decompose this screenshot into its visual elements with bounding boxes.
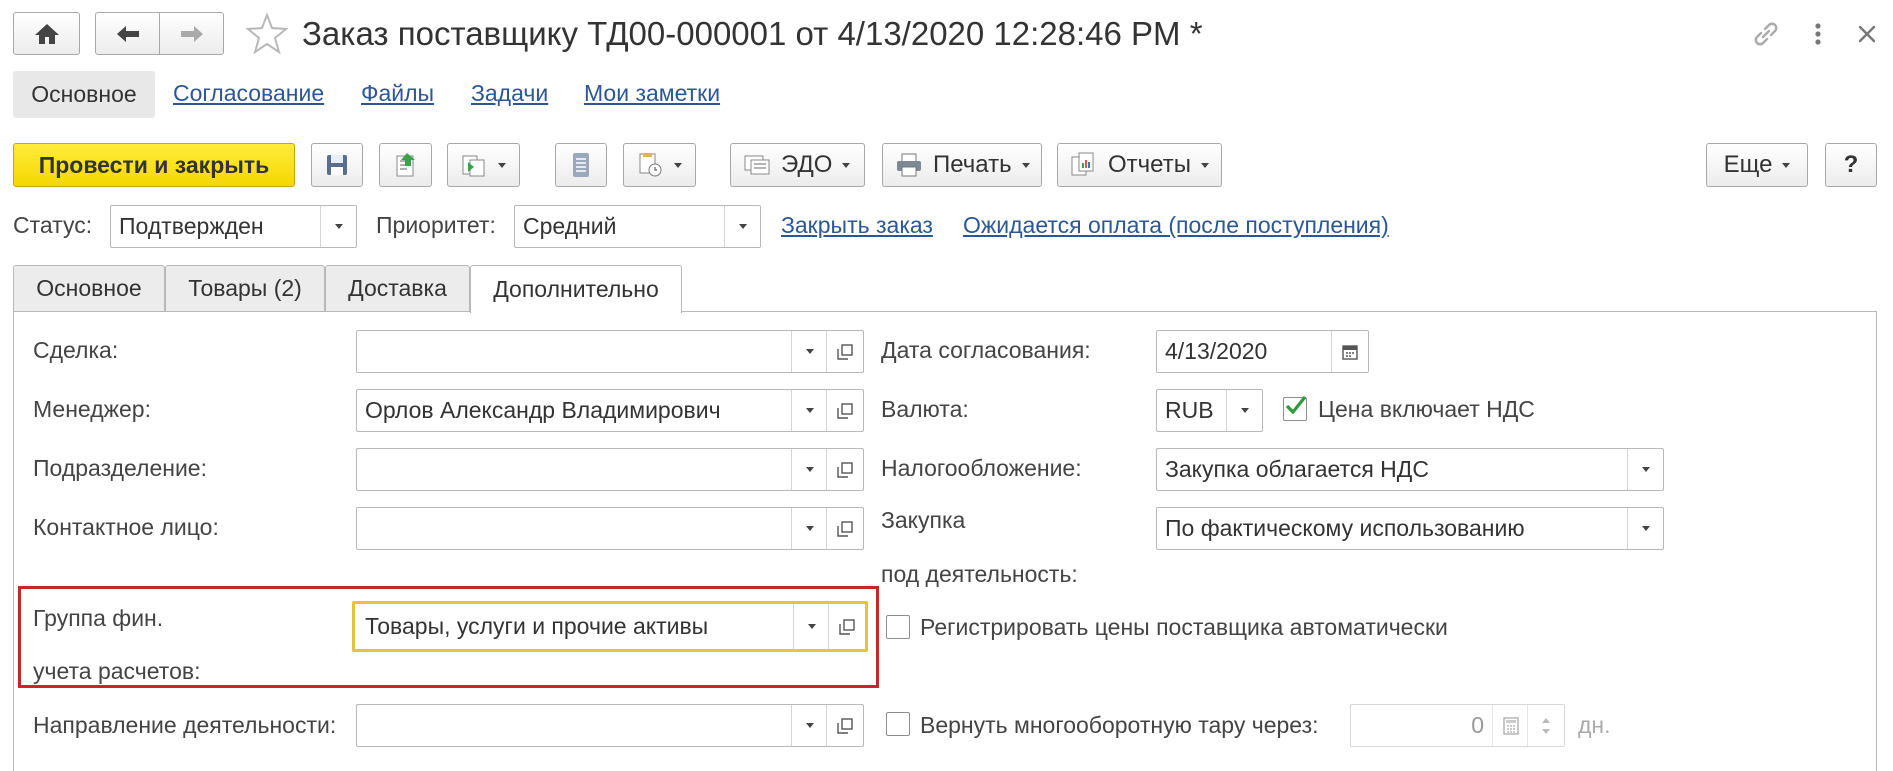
- help-button[interactable]: ?: [1825, 143, 1877, 187]
- direction-field[interactable]: [356, 704, 864, 747]
- arrow-left-icon: [116, 25, 139, 42]
- tab-main[interactable]: Основное: [13, 265, 165, 311]
- nav-tab-files[interactable]: Файлы: [361, 80, 434, 107]
- arrow-right-icon: [180, 25, 203, 42]
- chevron-down-icon[interactable]: [1627, 508, 1663, 549]
- currency-label: Валюта:: [881, 396, 969, 422]
- return-tare-label: Вернуть многооборотную тару через:: [920, 712, 1319, 738]
- favorite-star-icon[interactable]: [245, 12, 289, 56]
- deal-field[interactable]: [356, 330, 864, 373]
- back-button[interactable]: [95, 12, 160, 55]
- division-field[interactable]: [356, 448, 864, 491]
- create-based-on-icon: [462, 155, 485, 177]
- priority-label: Приоритет:: [376, 212, 496, 238]
- nav-tab-notes[interactable]: Мои заметки: [584, 80, 720, 107]
- edo-icon: [744, 155, 770, 175]
- close-order-link[interactable]: Закрыть заказ: [781, 212, 933, 239]
- tab-goods[interactable]: Товары (2): [165, 265, 325, 311]
- approval-date-label: Дата согласования:: [881, 337, 1091, 363]
- open-icon[interactable]: [826, 331, 863, 372]
- forward-button[interactable]: [159, 12, 224, 55]
- taxation-select[interactable]: Закупка облагается НДС: [1156, 448, 1664, 491]
- status-label: Статус:: [13, 212, 93, 238]
- chevron-down-icon[interactable]: [791, 390, 827, 431]
- attachments-button[interactable]: [623, 143, 696, 187]
- fin-group-field[interactable]: Товары, услуги и прочие активы: [352, 601, 868, 652]
- status-select[interactable]: Подтвержден: [110, 205, 357, 248]
- vat-included-label: Цена включает НДС: [1318, 396, 1535, 422]
- manager-field[interactable]: Орлов Александр Владимирович: [356, 389, 864, 432]
- contact-label: Контактное лицо:: [33, 514, 219, 540]
- calculator-icon[interactable]: [1492, 705, 1528, 746]
- fin-group-label-line1: Группа фин.: [33, 605, 164, 631]
- open-icon[interactable]: [828, 604, 865, 649]
- chevron-down-icon[interactable]: [791, 508, 827, 549]
- save-icon: [327, 155, 347, 175]
- approval-date-field[interactable]: 4/13/2020: [1156, 330, 1369, 373]
- return-tare-days-input[interactable]: 0: [1350, 704, 1565, 747]
- deal-label: Сделка:: [33, 337, 119, 363]
- purchase-select[interactable]: По фактическому использованию: [1156, 507, 1664, 550]
- tab-additional[interactable]: Дополнительно: [470, 265, 682, 313]
- link-icon[interactable]: [1750, 18, 1782, 50]
- stepper-icon[interactable]: [1527, 705, 1564, 746]
- chevron-down-icon[interactable]: [791, 449, 827, 490]
- nav-tab-main[interactable]: Основное: [13, 71, 155, 118]
- edo-button[interactable]: ЭДО: [730, 143, 865, 187]
- chevron-down-icon[interactable]: [1627, 449, 1663, 490]
- checkmark-icon: [1285, 396, 1307, 415]
- structure-button[interactable]: [555, 143, 607, 187]
- purchase-label-line2: под деятельность:: [881, 561, 1078, 587]
- chevron-down-icon[interactable]: [791, 705, 827, 746]
- page-title: Заказ поставщику ТД00-000001 от 4/13/202…: [302, 15, 1203, 52]
- create-based-on-button[interactable]: [447, 143, 520, 187]
- purchase-label-line1: Закупка: [881, 507, 966, 533]
- register-prices-label: Регистрировать цены поставщика автоматич…: [920, 614, 1448, 640]
- return-tare-checkbox[interactable]: [886, 712, 910, 736]
- chevron-down-icon[interactable]: [791, 331, 827, 372]
- home-icon: [34, 23, 59, 44]
- return-tare-unit: дн.: [1578, 712, 1611, 738]
- open-icon[interactable]: [826, 449, 863, 490]
- nav-tab-approval[interactable]: Согласование: [173, 80, 324, 107]
- post-and-close-button[interactable]: Провести и закрыть: [13, 143, 295, 187]
- printer-icon: [897, 153, 921, 177]
- manager-label: Менеджер:: [33, 396, 151, 422]
- open-icon[interactable]: [826, 508, 863, 549]
- home-button[interactable]: [13, 12, 80, 55]
- calendar-icon[interactable]: [1331, 331, 1368, 372]
- taxation-label: Налогообложение:: [881, 455, 1082, 481]
- post-button[interactable]: [379, 143, 432, 187]
- chevron-down-icon[interactable]: [793, 604, 829, 649]
- currency-select[interactable]: RUB: [1156, 389, 1263, 432]
- print-button[interactable]: Печать: [882, 143, 1042, 187]
- reports-icon: [1071, 152, 1094, 176]
- vat-included-checkbox[interactable]: [1283, 396, 1307, 421]
- open-icon[interactable]: [826, 390, 863, 431]
- nav-tab-tasks[interactable]: Задачи: [471, 80, 548, 107]
- save-button[interactable]: [311, 143, 363, 187]
- payment-status-link[interactable]: Ожидается оплата (после поступления): [963, 212, 1389, 239]
- priority-select[interactable]: Средний: [514, 205, 761, 248]
- chevron-down-icon[interactable]: [1226, 390, 1262, 431]
- contact-field[interactable]: [356, 507, 864, 550]
- direction-label: Направление деятельности:: [33, 712, 337, 738]
- more-button[interactable]: Еще: [1706, 143, 1808, 187]
- fin-group-label-line2: учета расчетов:: [33, 658, 201, 684]
- more-vertical-icon[interactable]: [1808, 18, 1828, 50]
- list-icon: [573, 153, 589, 177]
- post-document-icon: [396, 153, 415, 177]
- open-icon[interactable]: [826, 705, 863, 746]
- division-label: Подразделение:: [33, 455, 207, 481]
- chevron-down-icon[interactable]: [320, 206, 356, 247]
- register-prices-checkbox[interactable]: [886, 615, 910, 639]
- tab-delivery[interactable]: Доставка: [325, 265, 470, 311]
- document-clock-icon: [639, 153, 662, 177]
- reports-button[interactable]: Отчеты: [1057, 143, 1222, 187]
- chevron-down-icon[interactable]: [724, 206, 760, 247]
- close-icon[interactable]: [1853, 20, 1881, 48]
